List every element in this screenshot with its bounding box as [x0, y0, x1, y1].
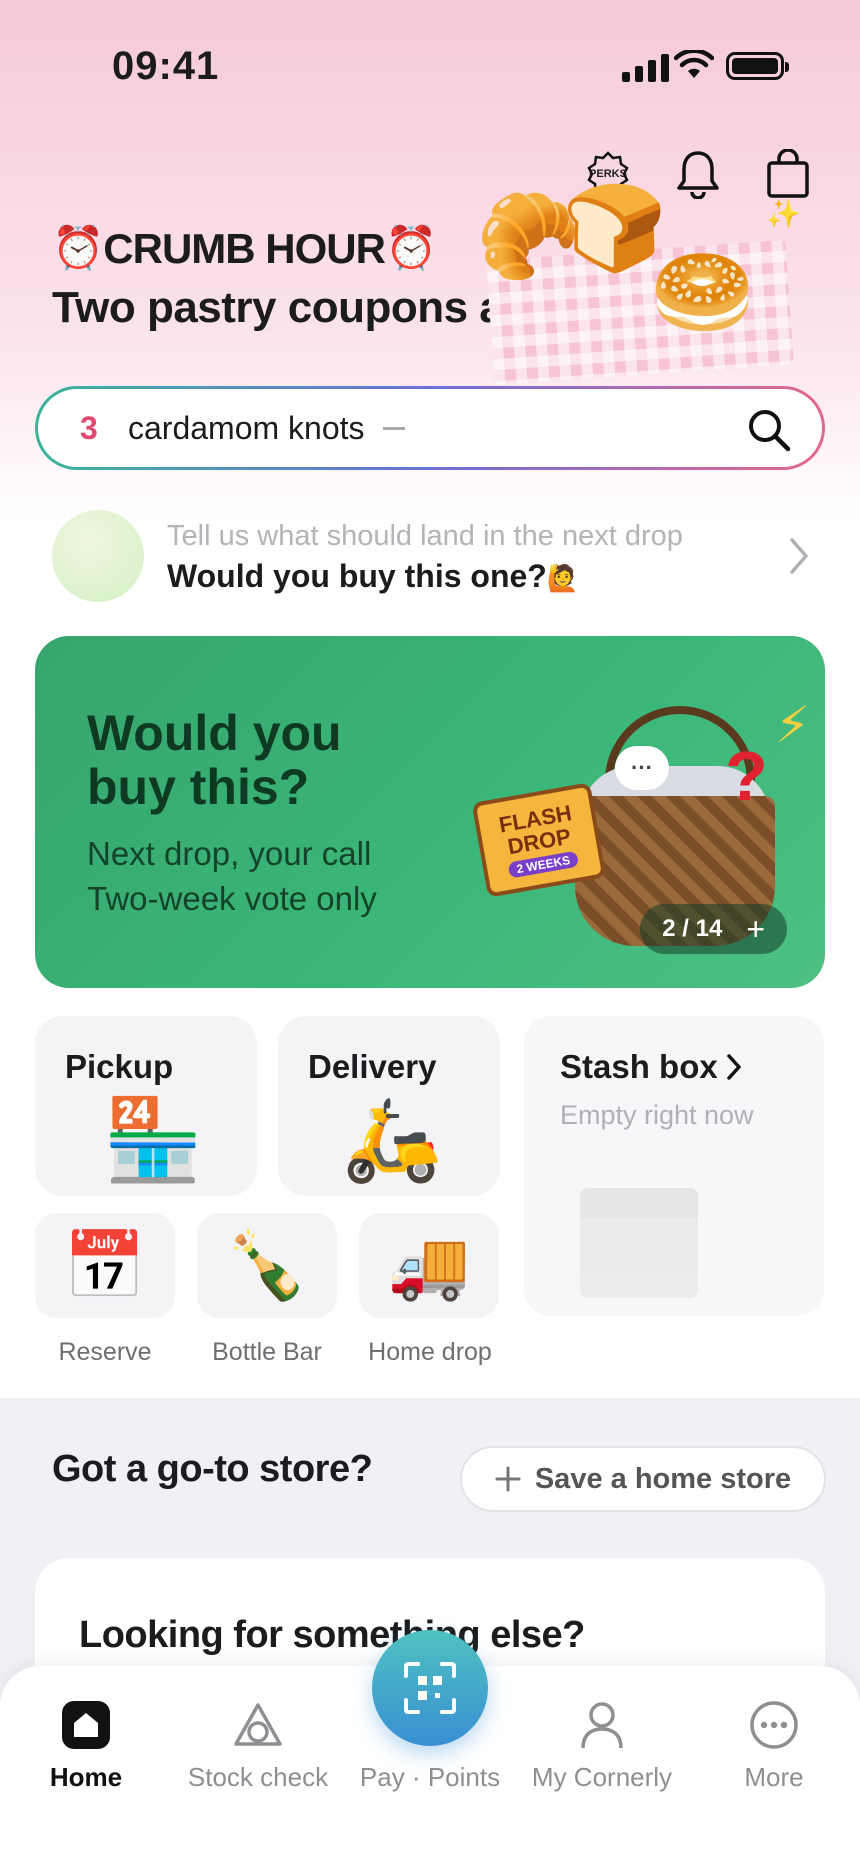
status-bar: 09:41 [0, 0, 860, 130]
tab-stock-check[interactable]: Stock check [172, 1666, 344, 1793]
poll-title: Would you buy this one?🙋 [167, 558, 579, 595]
bottle-icon: 🍾 [225, 1227, 309, 1302]
bagel-icon: 🥯 [650, 245, 755, 339]
lightning-icon: ⚡ [775, 697, 811, 753]
battery-icon [726, 52, 789, 80]
pickup-tile[interactable]: Pickup 🏪 [35, 1016, 257, 1196]
tab-my-cornerly[interactable]: My Cornerly [516, 1666, 688, 1793]
scooter-icon: 🛵 [342, 1095, 442, 1184]
tab-pay-points-label: Pay · Points [359, 1762, 501, 1792]
signal-icon [622, 52, 669, 82]
banner-subtitle: Next drop, your call Two-week vote only [87, 832, 377, 921]
save-home-store-button[interactable]: Save a home store [460, 1446, 826, 1512]
plus-icon: + [746, 910, 765, 947]
tab-home-label: Home [49, 1762, 123, 1792]
tab-home[interactable]: Home [0, 1666, 172, 1793]
reserve-label: Reserve [58, 1338, 152, 1366]
stash-title-text: Stash box [560, 1048, 718, 1085]
banner-line-1: Next drop, your call [87, 835, 372, 872]
stock-check-icon [233, 1698, 283, 1752]
poll-row[interactable]: Tell us what should land in the next dro… [52, 508, 822, 604]
poll-title-text: Would you buy this one? [167, 558, 547, 594]
stash-title: Stash box [560, 1048, 742, 1086]
truck-icon: 🚚 [387, 1227, 471, 1302]
plus-icon [495, 1466, 521, 1492]
chevron-right-icon [790, 538, 808, 574]
delivery-label: Delivery [308, 1048, 437, 1085]
pay-scan-button[interactable] [372, 1630, 488, 1746]
search-trending-text: cardamom knots [128, 409, 365, 446]
flash-drop-badge: FLASH DROP 2 WEEKS [471, 782, 607, 898]
banner-pager[interactable]: 2 / 14 + [640, 904, 787, 954]
alarm-clock-icon: ⏰ [52, 224, 104, 271]
save-home-store-label: Save a home store [534, 1462, 792, 1495]
trend-dash-icon [382, 426, 405, 430]
tab-my-cornerly-label: My Cornerly [531, 1762, 673, 1792]
stash-box-tile[interactable]: Stash box Empty right now [524, 1016, 824, 1316]
question-mark-icon: ? [725, 737, 768, 815]
status-time: 09:41 [112, 44, 220, 88]
tab-more-label: More [744, 1762, 804, 1792]
home-drop-label: Home drop [368, 1338, 492, 1366]
chevron-right-icon [726, 1054, 741, 1080]
stash-subtitle: Empty right now [560, 1100, 754, 1130]
banner-title: Would you buy this? [87, 705, 342, 815]
alarm-clock-icon: ⏰ [384, 224, 437, 271]
tab-more[interactable]: More [688, 1666, 860, 1793]
pager-count: 2 / 14 [662, 915, 723, 942]
pastry-illustration: 🥐 🍞 🥯 ✨ [470, 180, 801, 386]
poll-subtitle: Tell us what should land in the next dro… [167, 520, 683, 552]
reserve-tile[interactable]: 📅 [35, 1213, 175, 1318]
banner-line-2: Two-week vote only [87, 879, 377, 917]
delivery-tile[interactable]: Delivery 🛵 [278, 1016, 500, 1196]
looking-title: Looking for something else? [79, 1614, 585, 1656]
trending-rank: 3 [80, 409, 98, 446]
poll-avatar [52, 510, 144, 602]
home-icon [60, 1698, 112, 1752]
raising-hand-icon: 🙋 [546, 563, 580, 593]
sparkle-icon: ✨ [766, 198, 801, 229]
search-icon[interactable] [746, 407, 792, 453]
perks-label: PERKS [589, 168, 627, 180]
person-icon [579, 1698, 625, 1752]
bottle-bar-tile[interactable]: 🍾 [197, 1213, 337, 1318]
search-bar[interactable]: 3 cardamom knots [35, 386, 825, 470]
vote-banner[interactable]: Would you buy this? Next drop, your call… [35, 636, 825, 988]
store-title: Got a go-to store? [52, 1448, 373, 1490]
wifi-icon [674, 50, 714, 78]
bottle-bar-label: Bottle Bar [212, 1338, 322, 1366]
home-drop-tile[interactable]: 🚚 [359, 1213, 499, 1318]
calendar-icon: 📅 [63, 1227, 147, 1302]
store-icon: 🏪 [103, 1095, 203, 1184]
pickup-label: Pickup [65, 1048, 174, 1085]
promo-title-text: CRUMB HOUR [103, 224, 386, 272]
empty-box-icon [580, 1188, 698, 1298]
qr-scan-icon [404, 1662, 456, 1714]
more-icon [749, 1698, 799, 1752]
tab-stock-check-label: Stock check [187, 1762, 329, 1792]
chat-bubble-icon: ··· [615, 746, 669, 790]
